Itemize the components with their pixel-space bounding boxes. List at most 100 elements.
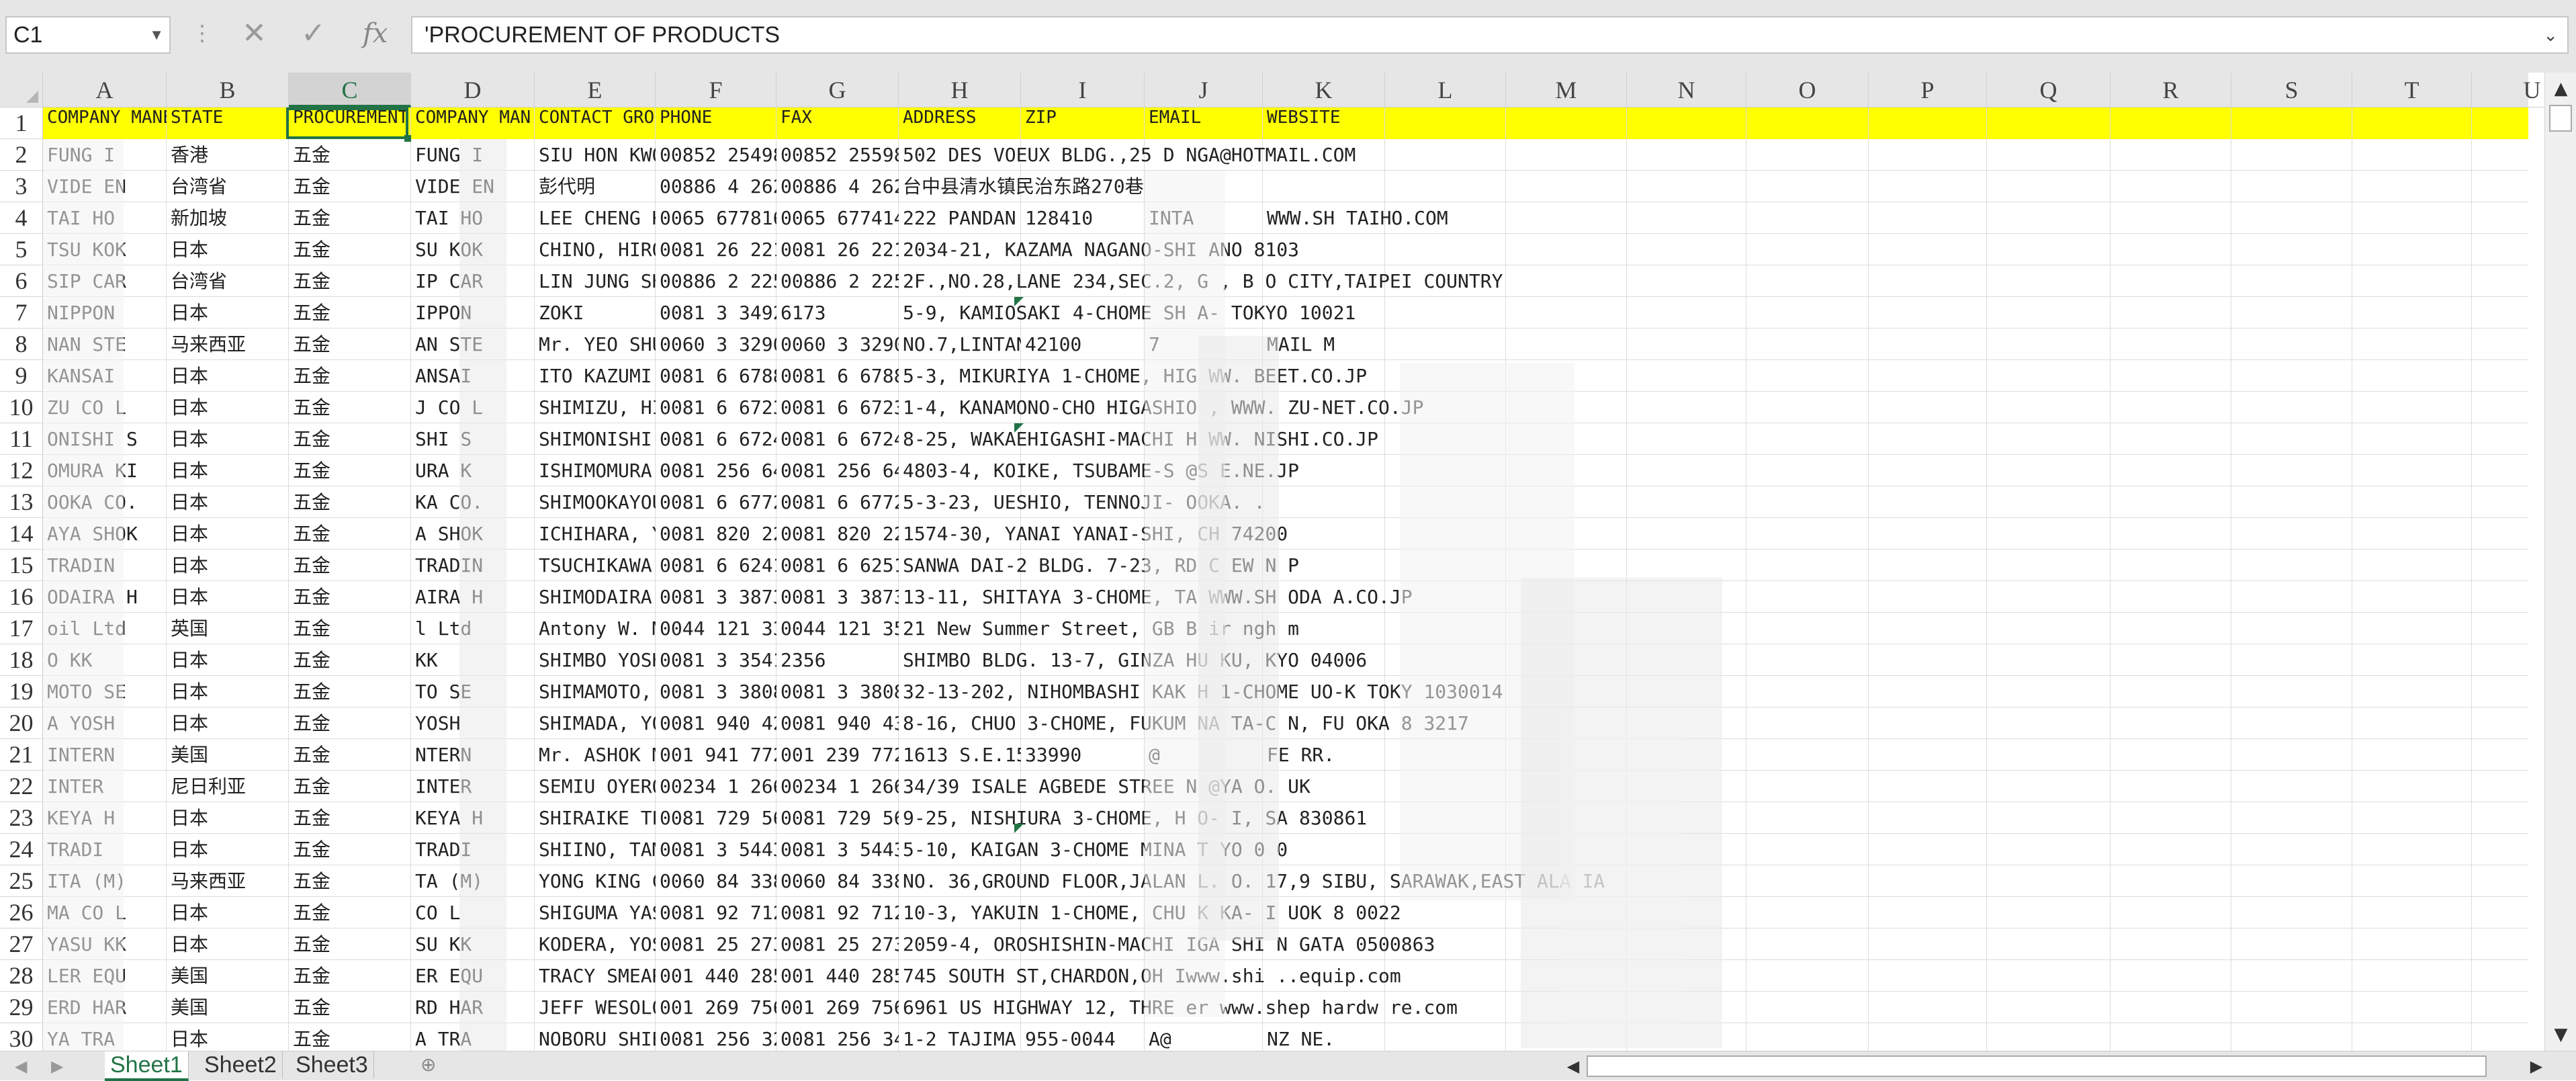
cell-b4[interactable]: 新加坡 bbox=[167, 202, 289, 234]
column-header-n[interactable]: N bbox=[1627, 73, 1746, 107]
cell-f24[interactable]: 0081 3 5443 bbox=[656, 834, 776, 865]
cell-g21[interactable]: 001 239 772 bbox=[776, 739, 899, 771]
cell-e7[interactable]: ZOKI bbox=[535, 297, 656, 329]
cell-c15[interactable]: 五金 bbox=[289, 550, 411, 581]
column-header-k[interactable]: K bbox=[1263, 73, 1385, 107]
cell-h26[interactable]: 10-3, YAKUIN 1-CHOME, CHU K KA- I UOK 8 … bbox=[899, 897, 1401, 928]
cell-c29[interactable]: 五金 bbox=[289, 992, 411, 1023]
error-indicator-icon[interactable] bbox=[1014, 297, 1024, 306]
cell-f22[interactable]: 00234 1 2669 bbox=[656, 771, 776, 802]
cell-i4[interactable]: 128410 bbox=[1021, 202, 1145, 234]
scroll-up-icon[interactable]: ▲ bbox=[2545, 75, 2576, 102]
row-header-15[interactable]: 15 bbox=[0, 550, 43, 581]
cell-e18[interactable]: SHIMBO YOSHI bbox=[535, 644, 656, 676]
cell-e10[interactable]: SHIMIZU, HIR bbox=[535, 392, 656, 423]
cell-f27[interactable]: 0081 25 273 bbox=[656, 928, 776, 960]
cell-e8[interactable]: Mr. YEO SHUE bbox=[535, 329, 656, 360]
cell-g5[interactable]: 0081 26 2216 bbox=[776, 234, 899, 265]
cell-h10[interactable]: 1-4, KANAMONO-CHO HIGASHIO , WWW. ZU-NET… bbox=[899, 392, 1423, 423]
cell-g13[interactable]: 0081 6 67723 bbox=[776, 486, 899, 518]
cell-c8[interactable]: 五金 bbox=[289, 329, 411, 360]
cell-f10[interactable]: 0081 6 6723 bbox=[656, 392, 776, 423]
cell-b16[interactable]: 日本 bbox=[167, 581, 289, 613]
row-header-12[interactable]: 12 bbox=[0, 455, 43, 486]
cell-c27[interactable]: 五金 bbox=[289, 928, 411, 960]
row-header-1[interactable]: 1 bbox=[0, 107, 43, 139]
column-header-a[interactable]: A bbox=[43, 73, 167, 107]
cell-h16[interactable]: 13-11, SHITAYA 3-CHOME, TA WWW.SH ODA A.… bbox=[899, 581, 1413, 613]
column-header-m[interactable]: M bbox=[1506, 73, 1627, 107]
prev-sheet-icon[interactable]: ◀ bbox=[15, 1054, 27, 1078]
cell-e12[interactable]: ISHIMOMURA E bbox=[535, 455, 656, 486]
cell-f12[interactable]: 0081 256 64 bbox=[656, 455, 776, 486]
cell-c21[interactable]: 五金 bbox=[289, 739, 411, 771]
cell-c11[interactable]: 五金 bbox=[289, 423, 411, 455]
cell-h4[interactable]: 222 PANDAN L bbox=[899, 202, 1021, 234]
tab-sheet1[interactable]: Sheet1 bbox=[105, 1051, 189, 1081]
cell-c12[interactable]: 五金 bbox=[289, 455, 411, 486]
cell-k4[interactable]: WWW.SH TAIHO.COM bbox=[1263, 202, 1448, 234]
column-header-c[interactable]: C bbox=[289, 73, 411, 107]
cell-e22[interactable]: SEMIU OYERO bbox=[535, 771, 656, 802]
cell-g15[interactable]: 0081 6 6251 bbox=[776, 550, 899, 581]
row-header-10[interactable]: 10 bbox=[0, 392, 43, 423]
row-header-8[interactable]: 8 bbox=[0, 329, 43, 360]
insert-function-icon[interactable]: fx bbox=[363, 15, 388, 52]
cell-c24[interactable]: 五金 bbox=[289, 834, 411, 865]
cell-c9[interactable]: 五金 bbox=[289, 360, 411, 392]
cell-c4[interactable]: 五金 bbox=[289, 202, 411, 234]
cell-e5[interactable]: CHINO, HIROY bbox=[535, 234, 656, 265]
cell-f4[interactable]: 0065 677816 bbox=[656, 202, 776, 234]
cell-c6[interactable]: 五金 bbox=[289, 265, 411, 297]
cell-b24[interactable]: 日本 bbox=[167, 834, 289, 865]
column-header-e[interactable]: E bbox=[535, 73, 656, 107]
cell-f3[interactable]: 00886 4 2626 bbox=[656, 171, 776, 202]
cell-g10[interactable]: 0081 6 6723 bbox=[776, 392, 899, 423]
row-header-27[interactable]: 27 bbox=[0, 928, 43, 960]
cell-h7[interactable]: 5-9, KAMIOSAKI 4-CHOME SH A- TOKYO 10021 bbox=[899, 297, 1356, 329]
cell-c16[interactable]: 五金 bbox=[289, 581, 411, 613]
row-header-6[interactable]: 6 bbox=[0, 265, 43, 297]
cell-e4[interactable]: LEE CHENG KE bbox=[535, 202, 656, 234]
cell-grid[interactable]: COMPANY MANE STATE PROCUREMENT COMPANY MAN C… bbox=[43, 107, 2528, 1051]
cell-f19[interactable]: 0081 3 3808 bbox=[656, 676, 776, 707]
cell-d1[interactable]: COMPANY MAN bbox=[411, 107, 535, 139]
cell-g29[interactable]: 001 269 756 bbox=[776, 992, 899, 1023]
tab-sheet2[interactable]: Sheet2 bbox=[199, 1051, 283, 1078]
scroll-down-icon[interactable]: ▼ bbox=[2545, 1021, 2576, 1048]
cell-b20[interactable]: 日本 bbox=[167, 707, 289, 739]
cell-e26[interactable]: SHIGUMA YASU bbox=[535, 897, 656, 928]
cell-g6[interactable]: 00886 2 2255 bbox=[776, 265, 899, 297]
cell-b9[interactable]: 日本 bbox=[167, 360, 289, 392]
cell-b11[interactable]: 日本 bbox=[167, 423, 289, 455]
scroll-left-icon[interactable]: ◀ bbox=[1560, 1054, 1587, 1078]
expand-formula-icon[interactable]: ⌄ bbox=[2543, 17, 2558, 52]
cell-h3[interactable]: 台中县清水镇民治东路270巷 bbox=[899, 171, 1144, 202]
cell-e17[interactable]: Antony W. Mi bbox=[535, 613, 656, 644]
name-box[interactable]: C1 ▼ bbox=[5, 16, 171, 54]
cell-i30[interactable]: 955-0044 bbox=[1021, 1023, 1145, 1051]
row-header-3[interactable]: 3 bbox=[0, 171, 43, 202]
cell-c7[interactable]: 五金 bbox=[289, 297, 411, 329]
cell-h18[interactable]: SHIMBO BLDG. 13-7, GINZA HU KU, KYO 0400… bbox=[899, 644, 1367, 676]
cell-c1[interactable]: PROCUREMENT bbox=[289, 107, 411, 139]
scroll-right-icon[interactable]: ▶ bbox=[2523, 1054, 2550, 1078]
cell-c13[interactable]: 五金 bbox=[289, 486, 411, 518]
cell-f30[interactable]: 0081 256 321 bbox=[656, 1023, 776, 1051]
row-header-5[interactable]: 5 bbox=[0, 234, 43, 265]
vertical-scroll-thumb[interactable] bbox=[2549, 105, 2572, 132]
cell-e24[interactable]: SHIINO, TAMA bbox=[535, 834, 656, 865]
cell-e15[interactable]: TSUCHIKAWA, bbox=[535, 550, 656, 581]
cell-h1[interactable]: ADDRESS bbox=[899, 107, 1021, 139]
confirm-icon[interactable]: ✓ bbox=[301, 15, 326, 52]
cell-h25[interactable]: NO. 36,GROUND FLOOR,JALAN L. O. 17,9 SIB… bbox=[899, 865, 1605, 897]
row-header-30[interactable]: 30 bbox=[0, 1023, 43, 1055]
cell-g30[interactable]: 0081 256 3412 bbox=[776, 1023, 899, 1051]
cell-h22[interactable]: 34/39 ISALE AGBEDE STREE N @YA O. UK bbox=[899, 771, 1311, 802]
column-header-b[interactable]: B bbox=[167, 73, 289, 107]
cell-b25[interactable]: 马来西亚 bbox=[167, 865, 289, 897]
cell-b29[interactable]: 美国 bbox=[167, 992, 289, 1023]
cell-g24[interactable]: 0081 3 5443 bbox=[776, 834, 899, 865]
cell-f1[interactable]: PHONE bbox=[656, 107, 776, 139]
cell-g17[interactable]: 0044 121 3591 bbox=[776, 613, 899, 644]
